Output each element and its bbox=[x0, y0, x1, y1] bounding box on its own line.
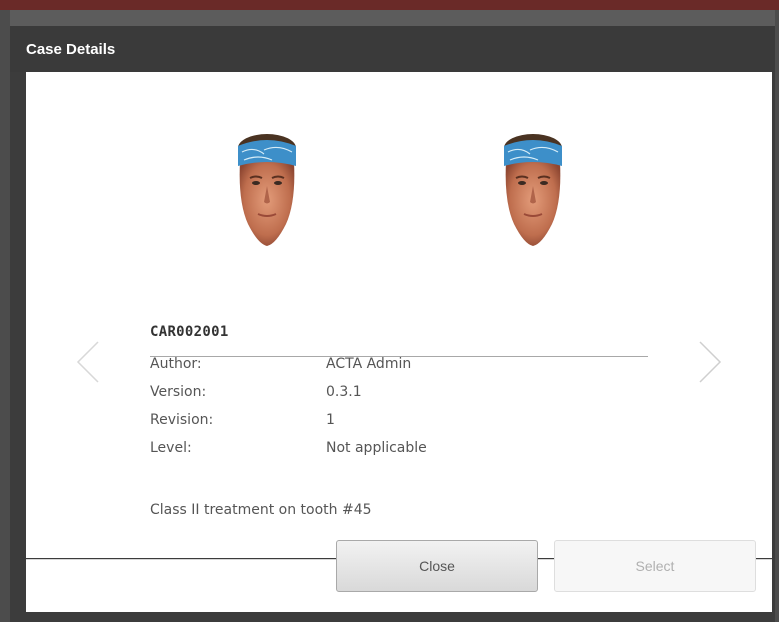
patient-avatar-right bbox=[500, 132, 566, 250]
field-value: 1 bbox=[326, 412, 335, 428]
field-value: ACTA Admin bbox=[326, 356, 412, 372]
field-label: Author: bbox=[150, 356, 202, 372]
field-label: Version: bbox=[150, 384, 207, 400]
background-app-edge bbox=[0, 10, 10, 622]
dialog-title: Case Details bbox=[26, 40, 116, 58]
background-app-edge-right bbox=[775, 10, 779, 622]
chevron-right-icon[interactable] bbox=[694, 340, 724, 384]
field-value: Not applicable bbox=[326, 440, 427, 456]
field-label: Level: bbox=[150, 440, 192, 456]
case-details-dialog: Case Details CAR002001 Author: ACTA Admi… bbox=[10, 26, 775, 622]
field-value: 0.3.1 bbox=[326, 384, 362, 400]
dialog-body: CAR002001 Author: ACTA Admin Version: 0.… bbox=[26, 72, 772, 558]
chevron-left-icon[interactable] bbox=[74, 340, 104, 384]
select-button[interactable]: Select bbox=[554, 540, 756, 592]
patient-avatar-left bbox=[234, 132, 300, 250]
case-description: Class II treatment on tooth #45 bbox=[150, 502, 372, 518]
background-app-bar bbox=[0, 0, 779, 10]
close-button[interactable]: Close bbox=[336, 540, 538, 592]
dialog-footer: Close Select bbox=[26, 540, 772, 612]
field-label: Revision: bbox=[150, 412, 214, 428]
dialog-header: Case Details bbox=[10, 26, 775, 72]
case-id: CAR002001 bbox=[150, 324, 229, 340]
